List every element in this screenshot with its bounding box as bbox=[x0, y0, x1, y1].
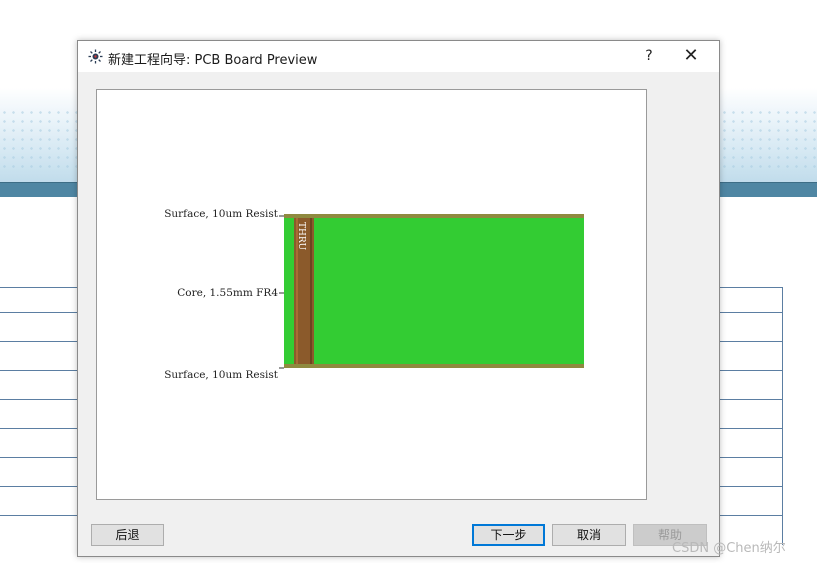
layer-label-core: Core, 1.55mm FR4 bbox=[177, 287, 278, 299]
board-core bbox=[284, 216, 584, 368]
help-icon[interactable]: ? bbox=[638, 45, 660, 67]
bottom-surface-layer bbox=[284, 364, 584, 368]
title-bar[interactable]: 新建工程向导: PCB Board Preview ? ✕ bbox=[78, 41, 719, 72]
layer-label-bottom: Surface, 10um Resist bbox=[164, 369, 279, 381]
dialog-title: 新建工程向导: PCB Board Preview bbox=[108, 53, 318, 68]
via-label: THRU bbox=[296, 222, 306, 251]
background-table-border bbox=[782, 287, 783, 545]
close-icon[interactable]: ✕ bbox=[678, 45, 704, 67]
next-button[interactable]: 下一步 bbox=[472, 524, 545, 546]
pcb-preview-dialog: 新建工程向导: PCB Board Preview ? ✕ THRU Surfa… bbox=[77, 40, 720, 557]
watermark: CSDN @Chen纳尔 bbox=[672, 541, 786, 556]
app-icon bbox=[88, 49, 103, 64]
board-stackup-diagram: THRU Surface, 10um Resist Core, 1.55mm F… bbox=[164, 208, 584, 381]
back-button[interactable]: 后退 bbox=[91, 524, 164, 546]
top-surface-layer bbox=[284, 214, 584, 218]
board-preview-panel: THRU Surface, 10um Resist Core, 1.55mm F… bbox=[96, 89, 647, 500]
cancel-button[interactable]: 取消 bbox=[552, 524, 626, 546]
layer-label-top: Surface, 10um Resist bbox=[164, 208, 279, 220]
